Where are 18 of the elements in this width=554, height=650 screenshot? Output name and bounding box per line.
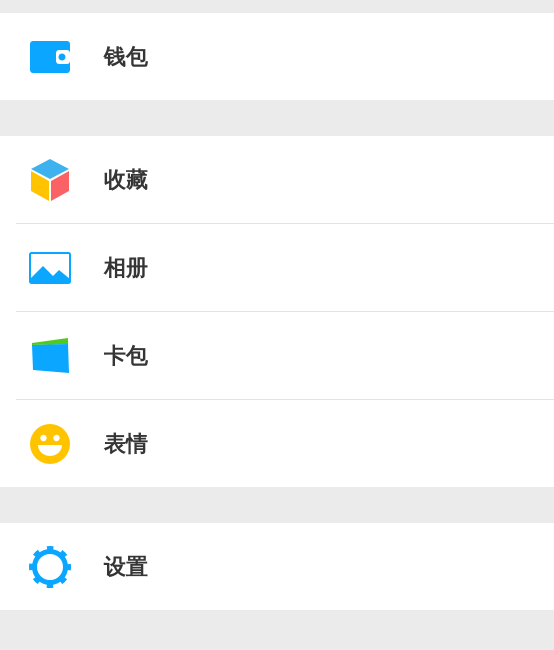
menu-label: 表情 [104,430,148,458]
picture-icon [29,252,71,284]
card-icon [31,338,69,374]
smiley-icon [30,424,70,464]
menu-label: 设置 [104,554,148,582]
menu-label: 卡包 [104,342,148,370]
cube-icon [31,158,69,200]
menu-item[interactable]: 表情 [16,399,554,487]
menu-item[interactable]: 钱包 [0,13,554,100]
menu-item[interactable]: 收藏 [0,136,554,223]
menu-label: 收藏 [104,166,148,194]
menu-label: 相册 [104,254,148,282]
menu-item[interactable]: 卡包 [16,311,554,399]
settings-icon [29,546,71,588]
menu-item[interactable]: 设置 [0,523,554,610]
menu-item[interactable]: 相册 [16,223,554,311]
wallet-icon [30,40,70,72]
menu-label: 钱包 [104,44,148,72]
